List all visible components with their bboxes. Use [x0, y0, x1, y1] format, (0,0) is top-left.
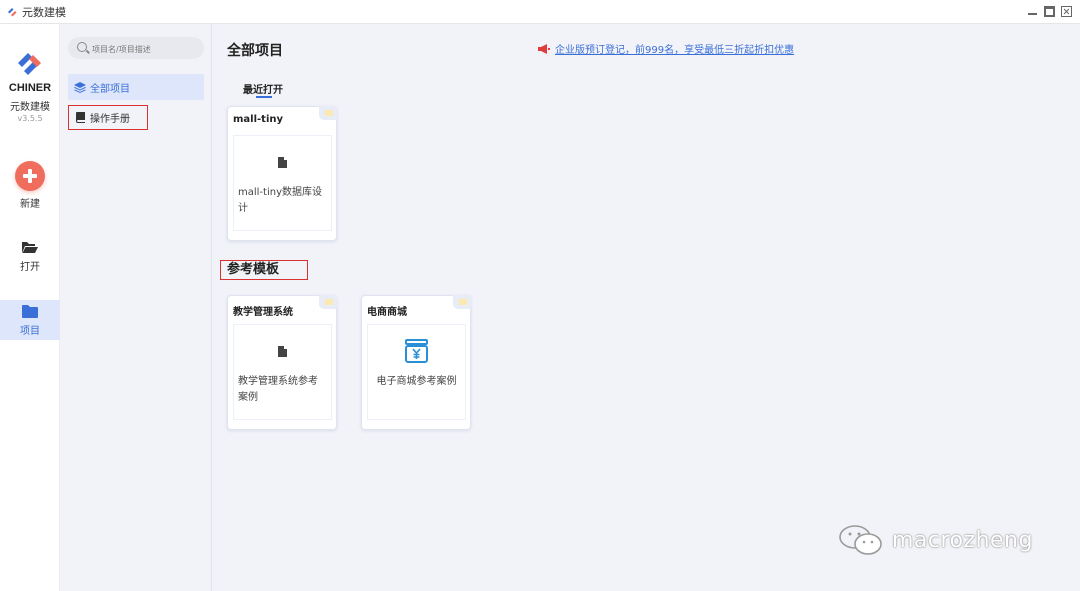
folder-icon: [22, 305, 38, 318]
new-label: 新建: [20, 199, 40, 210]
book-icon: [76, 112, 85, 123]
project-card[interactable]: mall-tiny mall-tiny数据库设计: [227, 106, 337, 241]
folder-open-icon: [22, 242, 38, 253]
brand-name: CHINER: [8, 82, 52, 94]
megaphone-icon: [538, 43, 550, 54]
layers-icon: [74, 81, 86, 93]
document-icon: [278, 346, 287, 357]
main-content: 全部项目 企业版预订登记，前999名，享受最低三折起折扣优惠 最近打开 mall…: [212, 24, 1080, 591]
card-body: mall-tiny数据库设计: [233, 135, 332, 231]
sidebar-item-label: 操作手册: [90, 114, 130, 125]
open-project-button[interactable]: 打开: [0, 240, 60, 280]
minimize-icon[interactable]: [1027, 6, 1038, 17]
card-body: 电子商城参考案例: [367, 324, 466, 420]
sidebar-item-manual[interactable]: 操作手册: [68, 105, 148, 130]
sidebar-item-label: 全部项目: [90, 83, 130, 95]
close-icon[interactable]: [1061, 6, 1072, 17]
search-input[interactable]: [90, 40, 202, 58]
nav-item-project[interactable]: 项目: [0, 300, 60, 340]
card-description: 教学管理系统参考案例: [238, 376, 318, 403]
left-nav: CHINER 元数建模 v3.5.5 新建 打开 项目: [0, 24, 60, 591]
template-card[interactable]: 教学管理系统 教学管理系统参考案例: [227, 295, 337, 430]
watermark-text: macrozheng: [892, 527, 1033, 553]
plus-icon: [15, 161, 45, 191]
tab-underline: [256, 96, 272, 98]
promo-notice-link[interactable]: 企业版预订登记，前999名，享受最低三折起折扣优惠: [538, 41, 794, 56]
app-logo-icon: [8, 8, 17, 17]
window-title: 元数建模: [22, 6, 66, 19]
card-description: mall-tiny数据库设计: [238, 187, 322, 214]
card-title: 电商商城: [367, 307, 407, 318]
card-body: 教学管理系统参考案例: [233, 324, 332, 420]
templates-section-title: 参考模板: [220, 260, 308, 280]
money-icon: [405, 339, 428, 363]
new-project-button[interactable]: 新建: [0, 161, 60, 213]
title-bar: 元数建模: [0, 0, 1080, 24]
promo-notice-text: 企业版预订登记，前999名，享受最低三折起折扣优惠: [555, 45, 795, 56]
project-label: 项目: [20, 326, 40, 337]
document-icon: [278, 157, 287, 168]
card-description: 电子商城参考案例: [376, 376, 457, 387]
card-title: mall-tiny: [233, 114, 284, 125]
sidebar-item-all-projects[interactable]: 全部项目: [68, 74, 204, 100]
maximize-icon[interactable]: [1044, 6, 1055, 17]
project-sidebar: 全部项目 操作手册: [60, 24, 212, 591]
brand-version: v3.5.5: [17, 114, 43, 123]
brand-logo-icon: [18, 53, 41, 75]
card-fold-icon: [319, 295, 337, 309]
search-icon: [77, 42, 87, 52]
tab-recent[interactable]: 最近打开: [243, 81, 283, 96]
template-card[interactable]: 电商商城 电子商城参考案例: [361, 295, 471, 430]
watermark: macrozheng: [838, 524, 1033, 556]
card-title: 教学管理系统: [233, 307, 293, 318]
card-fold-icon: [453, 295, 471, 309]
page-title: 全部项目: [227, 43, 283, 59]
window-controls: [1027, 6, 1072, 17]
open-label: 打开: [20, 262, 40, 273]
wechat-icon: [839, 525, 882, 555]
brand-subtitle: 元数建模: [10, 102, 50, 113]
card-fold-icon: [319, 106, 337, 120]
search-box: [68, 37, 204, 59]
